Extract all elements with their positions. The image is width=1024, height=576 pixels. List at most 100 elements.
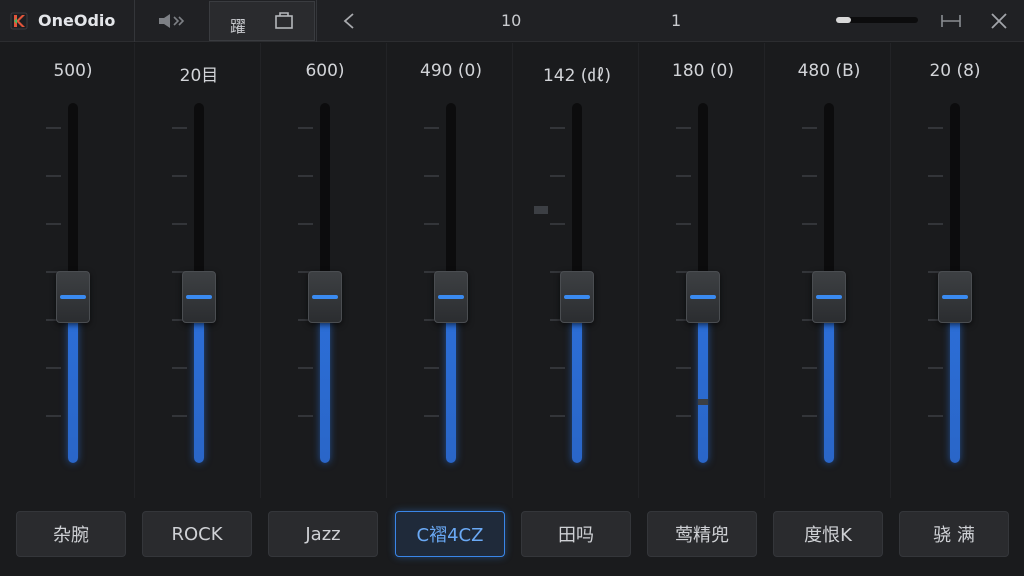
scale-tick xyxy=(802,127,817,129)
preset-label: 骁 满 xyxy=(933,525,975,546)
scale-marker xyxy=(534,206,548,214)
preset-button[interactable]: 度恨K xyxy=(773,511,883,557)
back-arrow-icon xyxy=(343,13,354,29)
scale-tick xyxy=(172,415,187,417)
scale-tick xyxy=(46,367,61,369)
preset-label: ROCK xyxy=(171,523,223,545)
scale-tick xyxy=(928,415,943,417)
divider xyxy=(134,0,135,42)
scale-tick xyxy=(172,127,187,129)
scale-tick xyxy=(424,127,439,129)
eq-band: 490 (0) xyxy=(388,43,514,498)
scale-tick xyxy=(46,175,61,177)
scale-tick xyxy=(802,223,817,225)
eq-slider-thumb[interactable] xyxy=(182,271,216,324)
thumb-indicator xyxy=(816,295,842,300)
back-button[interactable] xyxy=(332,0,366,42)
eq-slider-thumb[interactable] xyxy=(56,271,90,324)
eq-slider-thumb[interactable] xyxy=(308,271,342,324)
eq-band: 500) xyxy=(10,43,136,498)
scale-tick xyxy=(802,367,817,369)
band-value-label: 490 (0) xyxy=(420,61,482,81)
slider-marker xyxy=(698,399,708,405)
expand-button[interactable] xyxy=(934,0,968,42)
band-value-label: 20目 xyxy=(179,66,219,86)
thumb-indicator xyxy=(312,295,338,300)
scale-tick xyxy=(46,223,61,225)
eq-band: 20目 xyxy=(136,43,262,498)
eq-band: 20 (8) xyxy=(892,43,1018,498)
expand-icon xyxy=(941,15,961,27)
value-display-right: 1 xyxy=(671,11,682,30)
scale-tick xyxy=(928,127,943,129)
band-value-label: 500) xyxy=(53,61,93,81)
scale-tick xyxy=(550,415,565,417)
scale-tick xyxy=(550,367,565,369)
preset-button[interactable]: 杂腕 xyxy=(16,511,126,557)
scale-tick xyxy=(550,175,565,177)
preset-bar: 杂腕 ROCK Jazz C褶4CZ 田吗 莺精兜 度恨K 骁 满 xyxy=(0,498,1024,576)
eq-band: 480 (B) xyxy=(766,43,892,498)
preset-button[interactable]: 骁 满 xyxy=(899,511,1009,557)
scale-tick xyxy=(802,415,817,417)
preset-label: 度恨K xyxy=(804,525,852,546)
divider xyxy=(316,0,317,42)
preset-label: Jazz xyxy=(305,523,341,545)
speaker-button[interactable] xyxy=(150,0,194,42)
tab-group[interactable]: 躍 xyxy=(209,1,315,41)
scale-tick xyxy=(172,367,187,369)
eq-slider-thumb[interactable] xyxy=(434,271,468,324)
app-title: OneOdio xyxy=(38,11,116,30)
band-value-label: 180 (0) xyxy=(672,61,734,81)
thumb-indicator xyxy=(942,295,968,300)
eq-slider-thumb[interactable] xyxy=(938,271,972,324)
scale-tick xyxy=(928,367,943,369)
tab-label[interactable]: 躍 xyxy=(230,13,246,37)
band-value-label: 480 (B) xyxy=(797,61,861,81)
scale-tick xyxy=(928,223,943,225)
logo-icon xyxy=(10,12,28,30)
volume-slider[interactable] xyxy=(836,17,918,23)
preset-button[interactable]: ROCK xyxy=(142,511,252,557)
preset-button[interactable]: Jazz xyxy=(268,511,378,557)
preset-button[interactable]: 田吗 xyxy=(521,511,631,557)
thumb-indicator xyxy=(186,295,212,300)
close-icon xyxy=(991,13,1007,29)
eq-band: 600) xyxy=(262,43,388,498)
scale-tick xyxy=(676,223,691,225)
scale-tick xyxy=(298,415,313,417)
thumb-indicator xyxy=(564,295,590,300)
value-display-left: 10 xyxy=(501,11,522,30)
scale-tick xyxy=(172,175,187,177)
eq-band: 142 (㎗) xyxy=(514,43,640,498)
scale-tick xyxy=(676,175,691,177)
eq-slider-thumb[interactable] xyxy=(812,271,846,324)
scale-tick xyxy=(550,127,565,129)
eq-slider-thumb[interactable] xyxy=(686,271,720,324)
band-value-label: 20 (8) xyxy=(929,61,981,81)
title-bar: OneOdio 躍 10 1 xyxy=(0,0,1024,42)
scale-tick xyxy=(802,175,817,177)
preset-label: C褶4CZ xyxy=(416,525,484,546)
scale-tick xyxy=(928,175,943,177)
close-button[interactable] xyxy=(982,0,1016,42)
eq-slider-thumb[interactable] xyxy=(560,271,594,324)
scale-tick xyxy=(298,367,313,369)
scale-tick xyxy=(172,223,187,225)
speaker-icon xyxy=(159,14,185,28)
preset-label: 杂腕 xyxy=(53,525,89,546)
volume-fill xyxy=(836,17,851,23)
preset-label: 莺精兜 xyxy=(675,525,729,546)
scale-tick xyxy=(424,367,439,369)
preset-button[interactable]: C褶4CZ xyxy=(395,511,505,557)
band-value-label: 142 (㎗) xyxy=(542,66,612,86)
window-icon[interactable] xyxy=(274,12,294,30)
scale-tick xyxy=(424,175,439,177)
equalizer-panel: 500) 20目 600) 490 (0) 142 (㎗) 180 (0) 480 (B) 2… xyxy=(0,43,1024,498)
scale-tick xyxy=(46,127,61,129)
eq-band: 180 (0) xyxy=(640,43,766,498)
scale-tick xyxy=(676,367,691,369)
thumb-indicator xyxy=(60,295,86,300)
scale-tick xyxy=(676,415,691,417)
preset-button[interactable]: 莺精兜 xyxy=(647,511,757,557)
